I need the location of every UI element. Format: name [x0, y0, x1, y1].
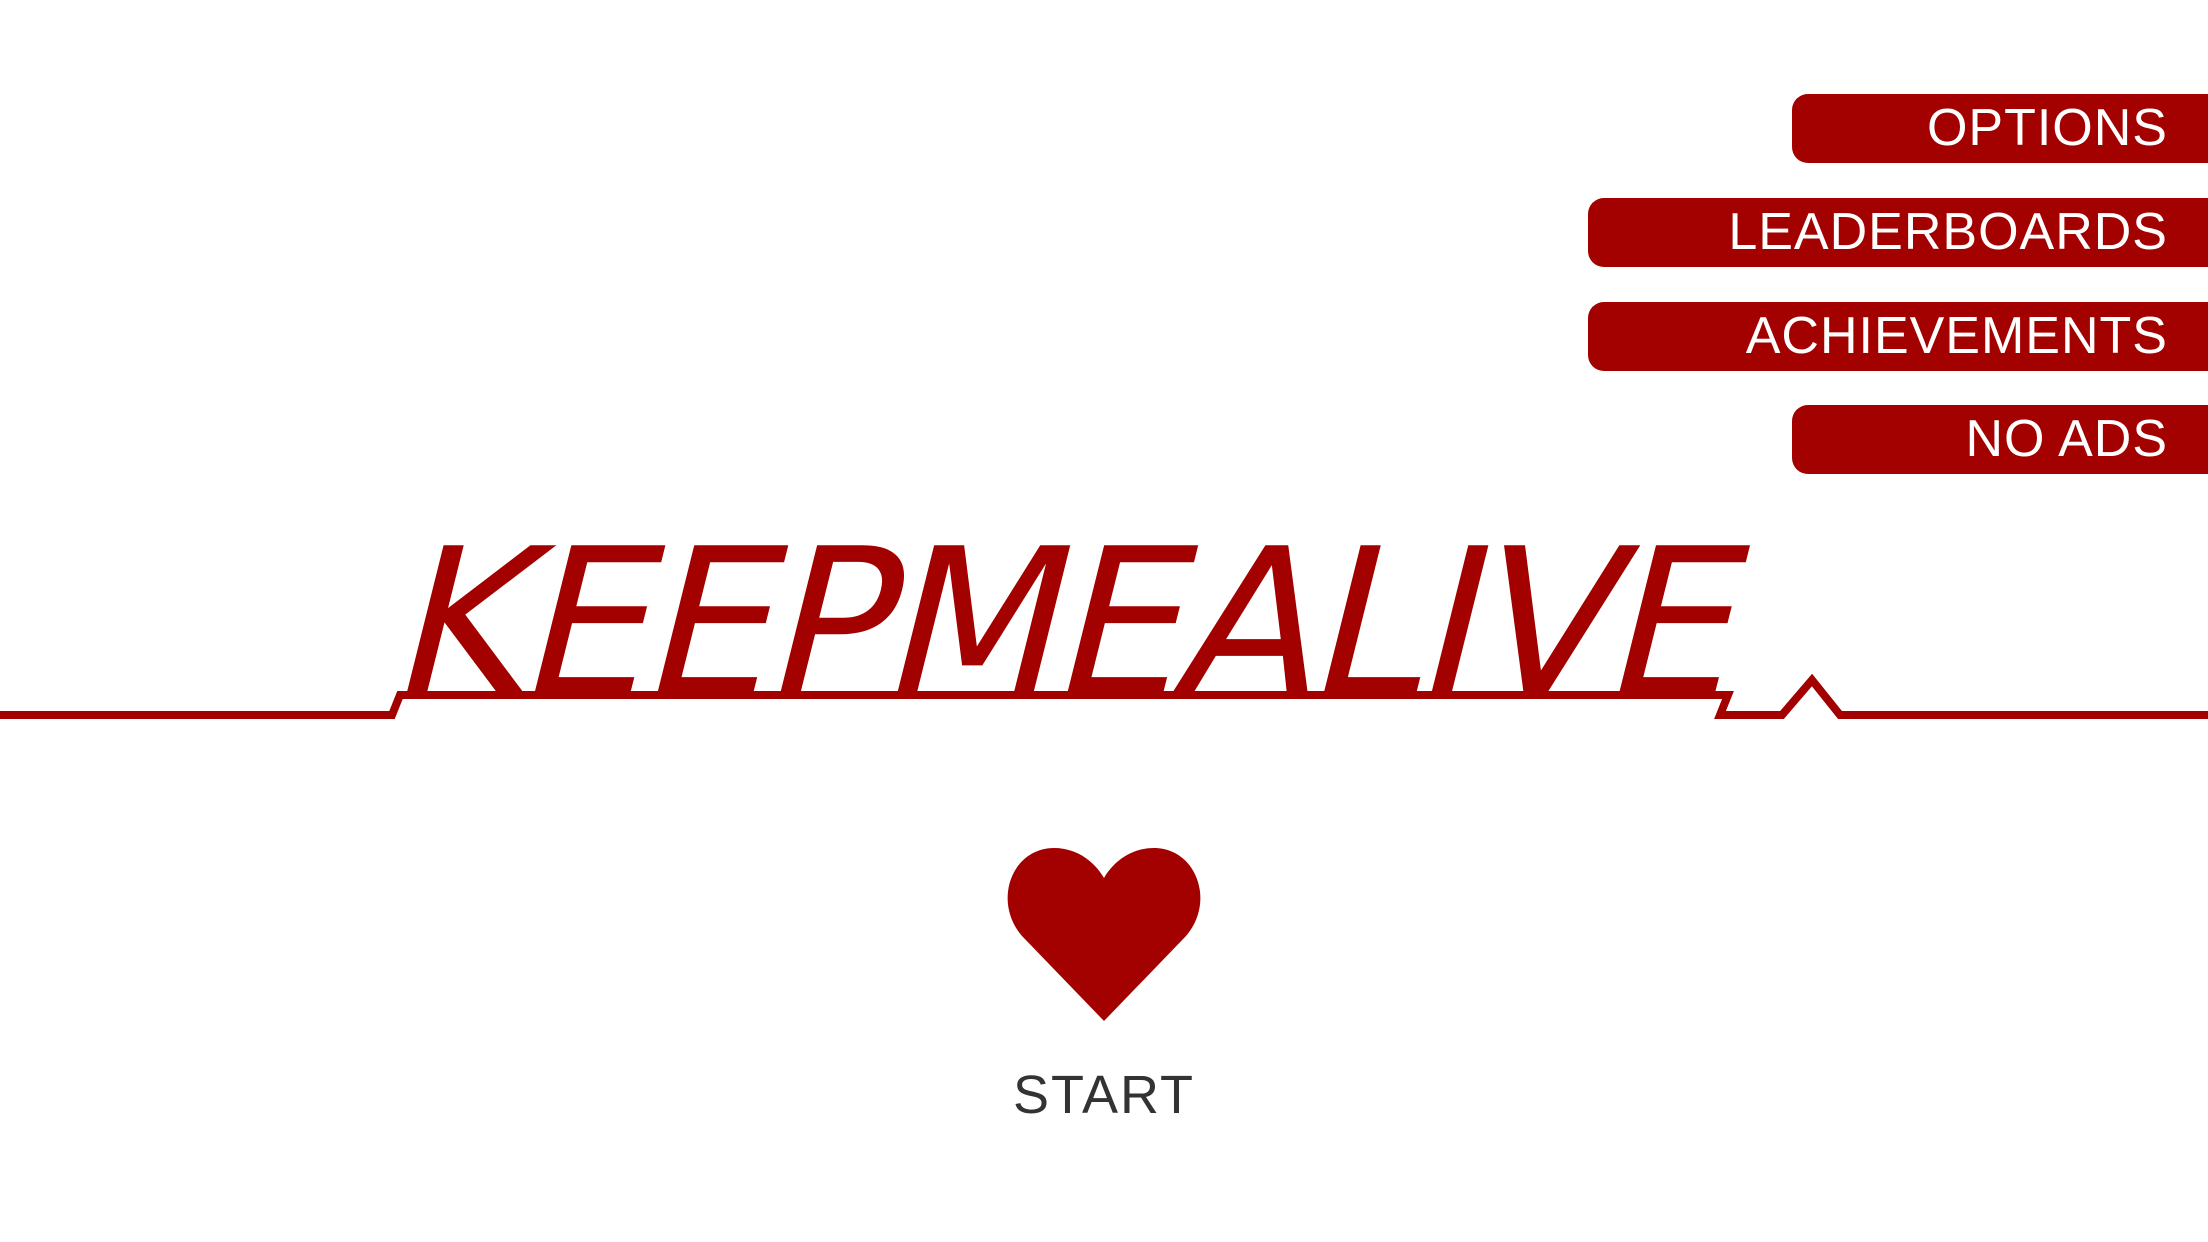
achievements-button[interactable]: ACHIEVEMENTS — [1588, 302, 2208, 371]
options-button[interactable]: OPTIONS — [1792, 94, 2208, 163]
start-label[interactable]: START — [904, 1064, 1304, 1126]
game-title: KEEPMEALIVE — [374, 506, 1769, 743]
main-menu-screen: OPTIONS LEADERBOARDS ACHIEVEMENTS NO ADS… — [0, 0, 2208, 1242]
leaderboards-button[interactable]: LEADERBOARDS — [1588, 198, 2208, 267]
no-ads-button[interactable]: NO ADS — [1792, 405, 2208, 474]
heart-icon[interactable] — [1004, 846, 1204, 1026]
